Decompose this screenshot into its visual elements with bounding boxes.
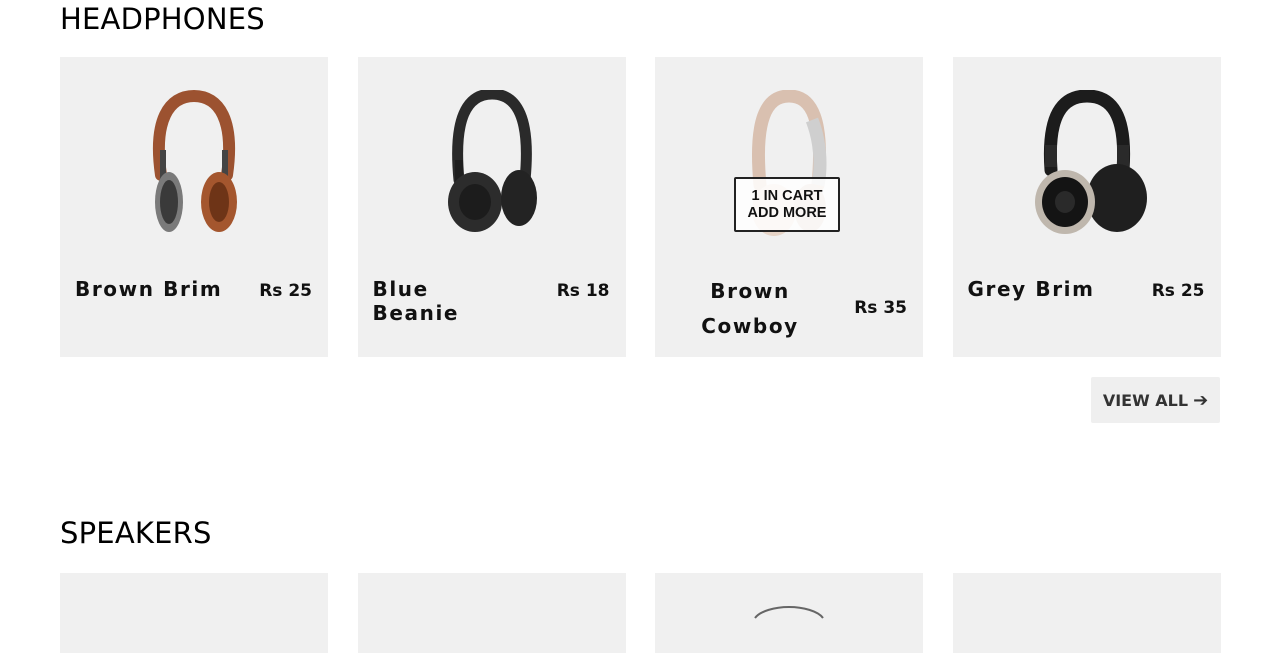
- headphones-brown-icon: [60, 85, 328, 245]
- cart-count-label: 1 IN CART: [751, 187, 823, 204]
- product-card-grey-brim[interactable]: Grey Brim Rs 25: [952, 57, 1221, 357]
- headphones-grey-icon: [953, 85, 1221, 245]
- view-all-button[interactable]: VIEW ALL ➔: [1091, 377, 1220, 423]
- in-cart-badge[interactable]: 1 IN CART ADD MORE: [734, 177, 840, 232]
- product-card-brown-cowboy[interactable]: 1 IN CART ADD MORE Brown Cowboy Rs 35: [655, 57, 923, 357]
- product-name: Blue Beanie: [372, 277, 460, 325]
- add-more-label: ADD MORE: [747, 204, 827, 221]
- product-name: Grey Brim: [967, 277, 1095, 301]
- product-price: Rs 25: [1151, 281, 1205, 301]
- section-title-speakers: SPEAKERS: [60, 516, 212, 550]
- product-card-brown-brim[interactable]: Brown Brim Rs 25: [60, 57, 328, 357]
- product-card-blue-beanie[interactable]: Blue Beanie Rs 18: [357, 57, 626, 357]
- view-all-label: VIEW ALL: [1102, 390, 1189, 410]
- product-card[interactable]: [60, 573, 328, 653]
- product-card[interactable]: [357, 573, 626, 653]
- product-price: Rs 35: [854, 298, 907, 318]
- product-price: Rs 25: [259, 281, 312, 301]
- product-card[interactable]: [952, 573, 1221, 653]
- product-name: Brown Brim: [75, 277, 223, 301]
- speaker-icon: [754, 605, 824, 619]
- section-title-headphones: HEADPHONES: [60, 2, 265, 36]
- product-card[interactable]: [655, 573, 923, 653]
- product-price: Rs 18: [556, 281, 610, 301]
- product-name: Brown Cowboy: [701, 279, 799, 338]
- product-grid-headphones: Brown Brim Rs 25 Blue Beanie Rs 18 1 IN …: [60, 57, 1221, 357]
- headphones-black-icon: [358, 85, 626, 245]
- arrow-right-icon: ➔: [1193, 389, 1209, 411]
- product-grid-speakers: [60, 573, 1221, 653]
